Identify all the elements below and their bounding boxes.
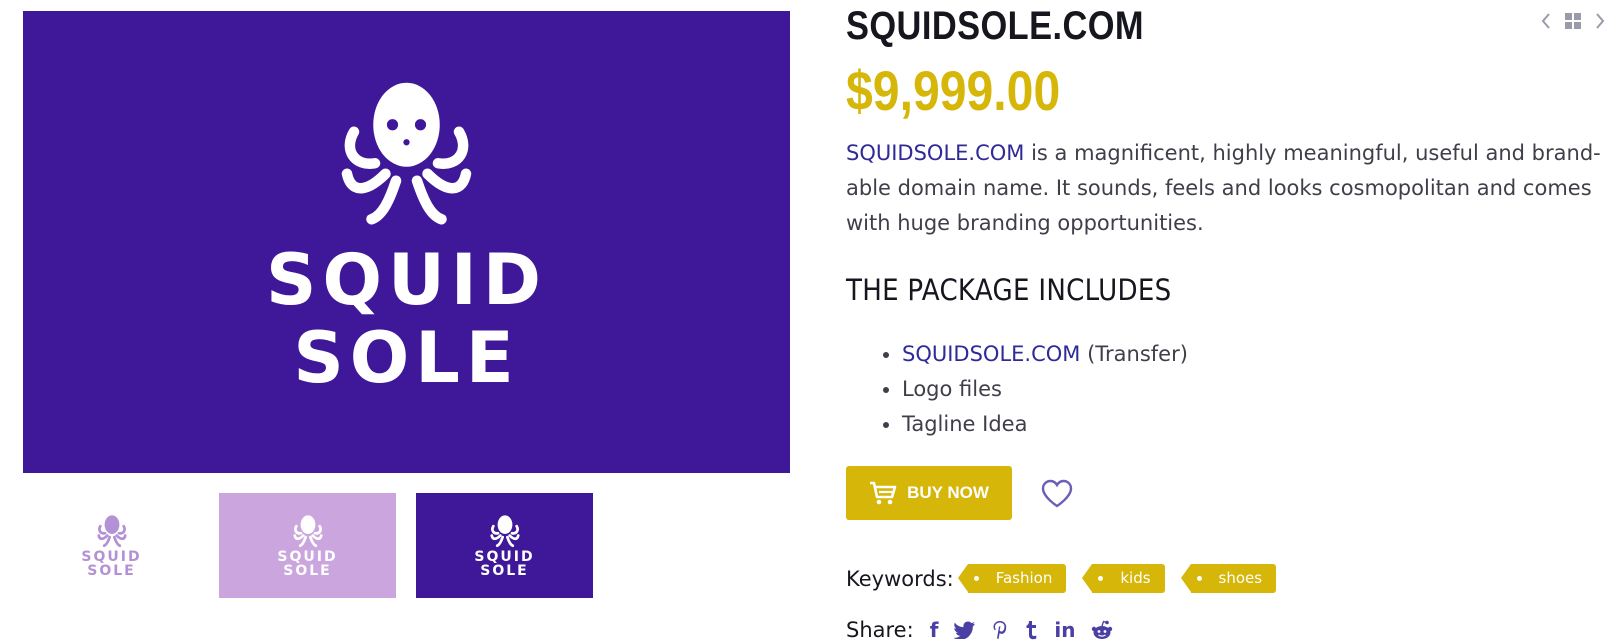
logo-line-2: SOLE (293, 317, 520, 399)
thumbnail-wordmark: SQUID SOLE (81, 550, 141, 578)
domain-link[interactable]: SQUIDSOLE.COM (846, 141, 1024, 165)
thumbnail-1[interactable]: SQUID SOLE (23, 493, 200, 598)
package-domain-link[interactable]: SQUIDSOLE.COM (902, 342, 1080, 366)
thumbnail-line-1: SQUID (81, 549, 142, 565)
thumbnail-strip: SQUID SOLE SQUID SOLE SQUID SOLE (23, 493, 593, 598)
share-row: Share: f in (846, 618, 1113, 642)
product-title: SQUIDSOLE.COM (846, 4, 1145, 48)
logo-wordmark: SQUID SOLE (266, 245, 547, 393)
twitter-icon[interactable] (954, 621, 976, 639)
octopus-logo-icon (341, 82, 472, 225)
linkedin-icon[interactable]: in (1054, 620, 1075, 640)
thumbnail-3[interactable]: SQUID SOLE (416, 493, 593, 598)
list-item: Logo files (902, 372, 1188, 407)
thumbnail-line-1: SQUID (277, 549, 338, 565)
package-list: SQUIDSOLE.COM (Transfer) Logo files Tagl… (846, 337, 1188, 442)
thumbnail-line-2: SOLE (283, 563, 332, 579)
tag-fashion[interactable]: Fashion (957, 564, 1067, 593)
package-item-text: (Transfer) (1080, 342, 1188, 366)
list-item: Tagline Idea (902, 407, 1188, 442)
logo-line-1: SQUID (266, 239, 547, 321)
tag-shoes[interactable]: shoes (1180, 564, 1277, 593)
product-description: SQUIDSOLE.COM is a magnificent, highly m… (846, 136, 1606, 241)
reddit-icon[interactable] (1091, 620, 1113, 640)
thumbnail-2[interactable]: SQUID SOLE (219, 493, 396, 598)
grid-icon[interactable] (1564, 12, 1582, 30)
main-product-image[interactable]: SQUID SOLE (23, 11, 790, 473)
chevron-right-icon[interactable] (1594, 12, 1606, 30)
product-info: SQUIDSOLE.COM $9,999.00 SQUIDSOLE.COM is… (846, 0, 1606, 644)
tag-kids[interactable]: kids (1082, 564, 1165, 593)
thumbnail-wordmark: SQUID SOLE (277, 550, 337, 578)
product-nav (1540, 12, 1606, 30)
buy-now-label: BUY NOW (907, 483, 989, 502)
thumbnail-line-2: SOLE (480, 563, 529, 579)
pinterest-icon[interactable] (992, 620, 1008, 640)
thumbnail-wordmark: SQUID SOLE (474, 550, 534, 578)
thumbnail-line-1: SQUID (474, 549, 535, 565)
package-heading: THE PACKAGE INCLUDES (846, 273, 1172, 307)
share-label: Share: (846, 618, 914, 642)
list-item: SQUIDSOLE.COM (Transfer) (902, 337, 1188, 372)
chevron-left-icon[interactable] (1540, 12, 1552, 30)
product-price: $9,999.00 (846, 59, 1061, 122)
facebook-icon[interactable]: f (930, 620, 939, 640)
octopus-logo-icon (96, 515, 127, 548)
cart-icon (870, 481, 897, 505)
keywords-label: Keywords: (846, 566, 954, 591)
buy-now-button[interactable]: BUY NOW (846, 466, 1012, 520)
keywords-row: Keywords: Fashion kids shoes (846, 564, 1302, 593)
octopus-logo-icon (489, 515, 520, 548)
octopus-logo-icon (292, 515, 323, 548)
tumblr-icon[interactable] (1024, 620, 1038, 640)
heart-icon[interactable] (1040, 478, 1074, 510)
thumbnail-line-2: SOLE (87, 563, 136, 579)
